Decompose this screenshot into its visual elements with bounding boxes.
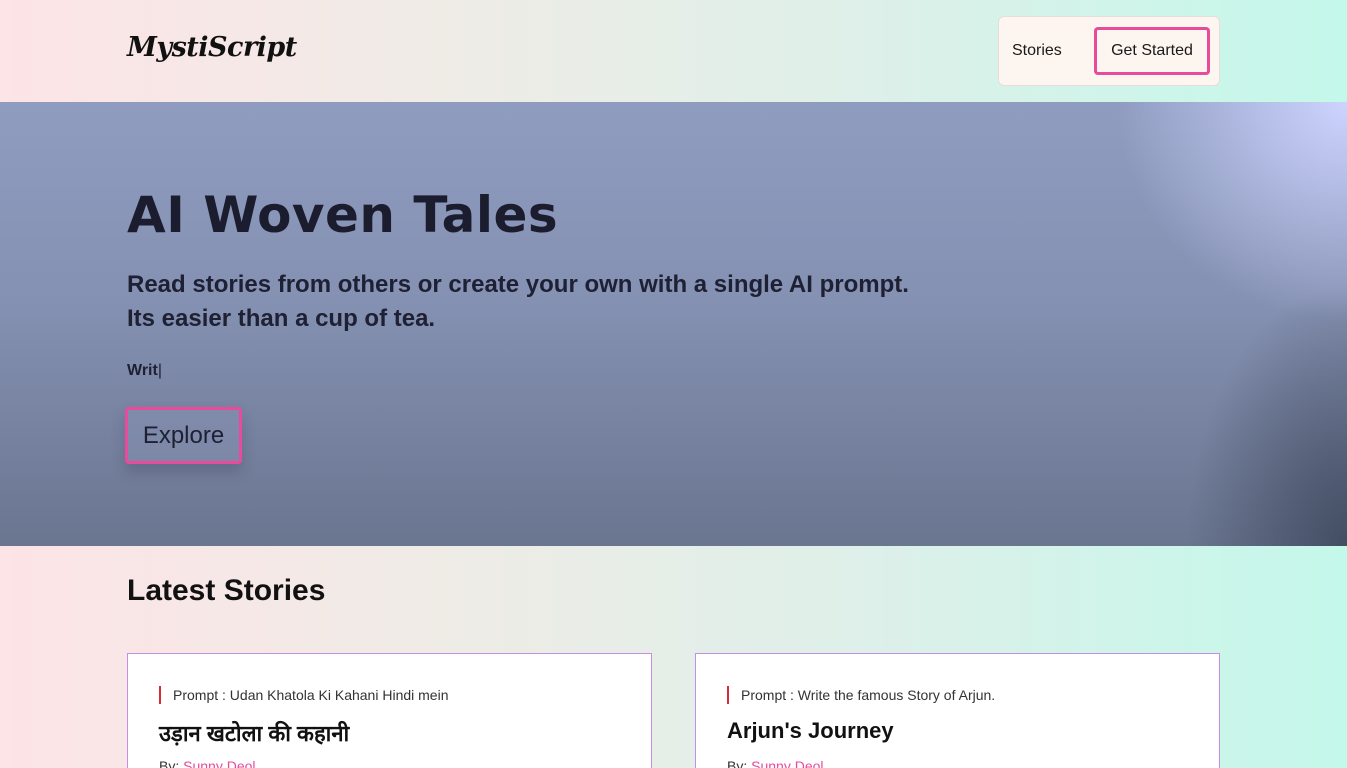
hero-subtitle-line-2: Its easier than a cup of tea.	[127, 305, 436, 332]
story-card[interactable]: Prompt : Udan Khatola Ki Kahani Hindi me…	[127, 653, 652, 768]
typewriter-cursor: |	[157, 362, 162, 379]
latest-stories-heading: Latest Stories	[127, 574, 326, 607]
hero-subtitle-line-1: Read stories from others or create your …	[127, 271, 909, 298]
site-header: MystiScript Stories Get Started	[0, 0, 1347, 102]
story-prompt: Prompt : Udan Khatola Ki Kahani Hindi me…	[159, 686, 448, 704]
prompt-accent-bar	[159, 686, 161, 704]
story-prompt-text: Prompt : Udan Khatola Ki Kahani Hindi me…	[173, 687, 449, 703]
typewriter-word: Writ	[127, 362, 158, 379]
by-label: By:	[159, 758, 180, 768]
story-byline: By: Sunny Deol	[159, 758, 256, 768]
get-started-button[interactable]: Get Started	[1094, 27, 1210, 75]
author-link[interactable]: Sunny Deol	[183, 758, 255, 768]
prompt-accent-bar	[727, 686, 729, 704]
typewriter-text: Writ|	[127, 362, 162, 380]
story-prompt: Prompt : Write the famous Story of Arjun…	[727, 686, 995, 704]
story-title[interactable]: Arjun's Journey	[727, 718, 894, 744]
by-label: By:	[727, 758, 748, 768]
story-title[interactable]: उड़ान खटोला की कहानी	[159, 718, 349, 748]
story-card[interactable]: Prompt : Write the famous Story of Arjun…	[695, 653, 1220, 768]
site-logo[interactable]: MystiScript	[127, 32, 297, 63]
hero-subtitle: Read stories from others or create your …	[127, 268, 1027, 336]
nav-stories-link[interactable]: Stories	[1012, 42, 1062, 60]
author-link[interactable]: Sunny Deol	[751, 758, 823, 768]
story-prompt-text: Prompt : Write the famous Story of Arjun…	[741, 687, 996, 703]
explore-button[interactable]: Explore	[125, 407, 242, 464]
nav-menu: Stories Get Started	[998, 16, 1220, 86]
story-byline: By: Sunny Deol	[727, 758, 824, 768]
hero-title: AI Woven Tales	[127, 186, 559, 244]
hero-section: AI Woven Tales Read stories from others …	[0, 102, 1347, 546]
